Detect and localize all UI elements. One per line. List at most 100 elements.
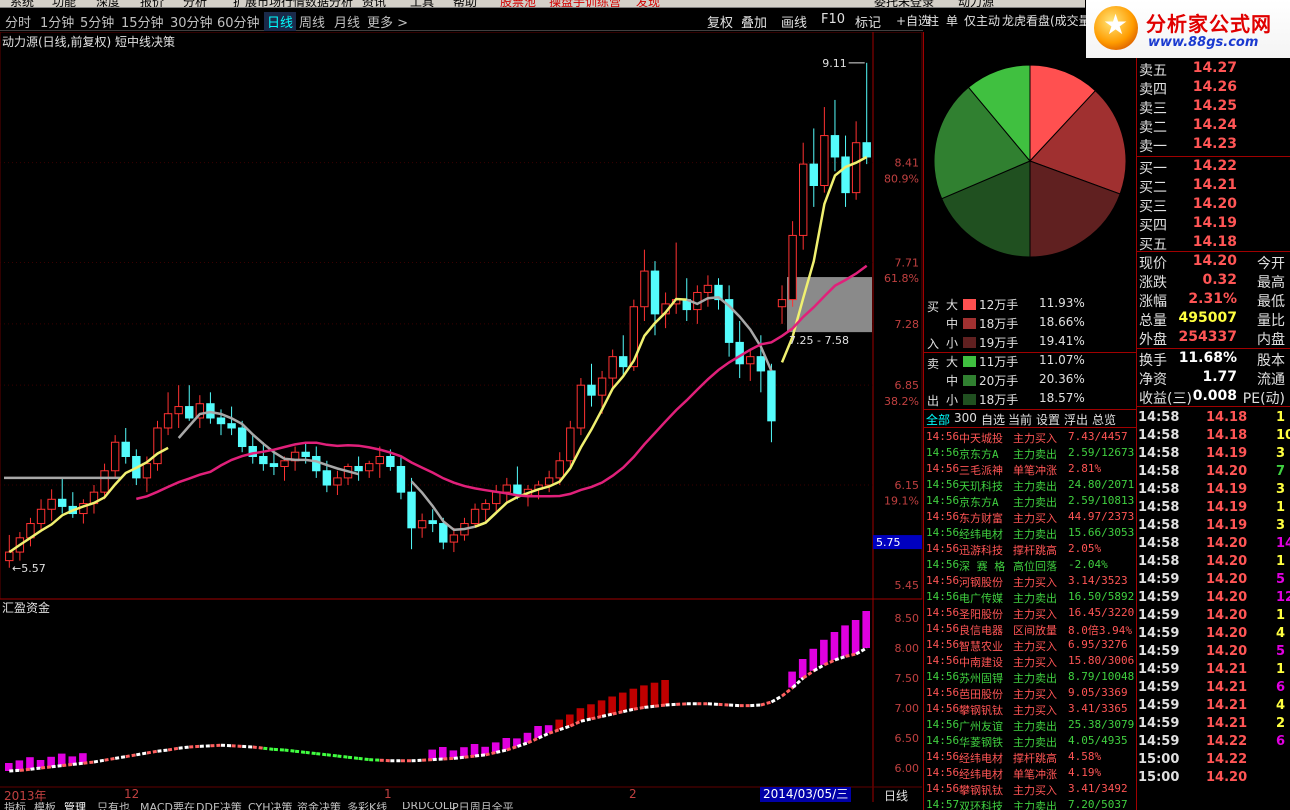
price-axis-label: 19.1% [884, 495, 919, 508]
menu-item[interactable]: 操盘手训练营 [549, 0, 621, 7]
alert-row[interactable]: 14:56 河钢股份 主力买入 3.14/3523 [926, 574, 1136, 590]
alert-row[interactable]: 14:56 攀钢钒钛 主力买入 3.41/3492 [926, 782, 1136, 798]
period-tab[interactable]: 5分钟 [80, 12, 114, 31]
alert-row[interactable]: 14:56 京东方A 主力卖出 2.59/10813 [926, 494, 1136, 510]
period-tab[interactable]: 30分钟 [170, 12, 213, 31]
news-tab[interactable]: 设置 [1036, 411, 1060, 428]
flow-row: 中 18万手 18.66% [926, 315, 1136, 334]
news-tab[interactable]: 300 [954, 411, 977, 425]
alert-time: 14:56 [926, 766, 960, 779]
toolbar-button[interactable]: 龙虎看盘(成交量 [1002, 12, 1091, 29]
menu-item[interactable]: 资讯 [362, 0, 386, 7]
menu-item[interactable]: 动力源 [958, 0, 994, 7]
indicator-tab[interactable]: DDE决策 [196, 802, 242, 810]
candle [693, 291, 702, 311]
alert-row[interactable]: 14:56 圣阳股份 主力买入 16.45/3220 [926, 606, 1136, 622]
news-tab[interactable]: 当前 [1008, 411, 1032, 428]
alert-row[interactable]: 14:56 深 赛 格高位回落 -2.04% [926, 558, 1136, 574]
indicator-tab[interactable]: 只有也 [97, 802, 130, 810]
menu-item[interactable]: 数据分析 [305, 0, 353, 7]
menu-item[interactable]: 报价 [140, 0, 164, 7]
period-tab[interactable]: 更多 > [367, 12, 408, 31]
order-book-row: 外盘 254337 内盘 [1139, 329, 1289, 348]
indicator-line [72, 761, 84, 766]
period-tab[interactable]: 15分钟 [121, 12, 164, 31]
order-book-row: 卖二 14.24 [1139, 117, 1289, 136]
alert-row[interactable]: 14:56 攀钢钒钛 主力买入 3.41/3365 [926, 702, 1136, 718]
alert-row[interactable]: 14:56 中南建设 主力买入 15.80/3006 [926, 654, 1136, 670]
indicator-tab[interactable]: CYH决策 [248, 802, 292, 810]
indicator-tab[interactable]: 多彩K线 [347, 802, 387, 810]
menu-item[interactable]: 工具 [410, 0, 434, 7]
period-tab[interactable]: 1分钟 [40, 12, 74, 31]
news-tab[interactable]: 浮出 [1064, 411, 1088, 428]
zone-label: 7.25 - 7.58 [789, 334, 849, 347]
menu-item[interactable]: 系统 [10, 0, 34, 7]
alert-value: 2.59/12673 [1068, 446, 1135, 459]
news-tab[interactable]: 自选 [981, 411, 1005, 428]
alert-type: 主力买入 [1013, 784, 1057, 797]
period-tab[interactable]: 周线 [299, 12, 325, 31]
alert-row[interactable]: 14:56 经纬电材 单笔冲涨 4.19% [926, 766, 1136, 782]
tick-time: 14:58 [1138, 518, 1180, 533]
flow-side-label: 卖 [927, 357, 940, 371]
candle [851, 142, 861, 194]
alert-row[interactable]: 14:56 东方财富 主力买入 44.97/2373 [926, 510, 1136, 526]
indicator-line [104, 756, 116, 762]
period-tab[interactable]: 月线 [334, 12, 360, 31]
menu-item[interactable]: 帮助 [453, 0, 477, 7]
alert-row[interactable]: 14:56 苏州固锝 主力卖出 8.79/10048 [926, 670, 1136, 686]
toolbar-button[interactable]: 标记 [855, 12, 881, 31]
alert-row[interactable]: 14:56 迅游科技 撑杆跳高 2.05% [926, 542, 1136, 558]
flow-size: 大 [946, 355, 959, 369]
toolbar-button[interactable]: 仅主动 [964, 12, 1000, 29]
candle [153, 427, 162, 465]
alert-row[interactable]: 14:56 芭田股份 主力买入 9.05/3369 [926, 686, 1136, 702]
price-axis-label: 6.15 [895, 479, 920, 492]
toolbar-button[interactable]: 柱 [927, 12, 939, 29]
indicator-tab[interactable]: MACD要在 [140, 802, 195, 810]
alert-row[interactable]: 14:56 天玑科技 主力卖出 24.80/2071 [926, 478, 1136, 494]
alert-row[interactable]: 14:56 电广传媒 主力卖出 16.50/5892 [926, 590, 1136, 606]
menu-item[interactable]: 委托未登录 [874, 0, 934, 7]
menu-item[interactable]: 股票池 [500, 0, 536, 7]
period-tab[interactable]: 分时 [5, 12, 31, 31]
alert-time: 14:56 [926, 446, 960, 459]
alert-row[interactable]: 14:57 双环科技 主力卖出 7.20/5037 [926, 798, 1136, 810]
menu-item[interactable]: 扩展市场行情 [233, 0, 305, 7]
menu-item[interactable]: 功能 [52, 0, 76, 7]
alert-row[interactable]: 14:56 广州友谊 主力卖出 25.38/3079 [926, 718, 1136, 734]
toolbar-button[interactable]: 单 [946, 12, 958, 29]
news-tab[interactable]: 总览 [1092, 411, 1116, 428]
alert-row[interactable]: 14:56 京东方A 主力卖出 2.59/12673 [926, 446, 1136, 462]
alert-row[interactable]: 14:56 智慧农业 主力买入 6.95/3276 [926, 638, 1136, 654]
toolbar-button[interactable]: +自选 [896, 12, 930, 29]
alert-row[interactable]: 14:56 经纬电材 撑杆跳高 4.58% [926, 750, 1136, 766]
toolbar-button[interactable]: 叠加 [741, 12, 767, 31]
indicator-tab[interactable]: DRDCOLL [402, 802, 455, 810]
toolbar-button[interactable]: 复权 [707, 12, 733, 31]
alert-time: 14:56 [926, 590, 960, 603]
indicator-bar [597, 700, 606, 717]
toolbar-button[interactable]: F10 [821, 12, 845, 27]
indicator-tab[interactable]: P日周月全平 [452, 802, 514, 810]
menu-item[interactable]: 深度 [96, 0, 120, 7]
menu-item[interactable]: 分析 [183, 0, 207, 7]
indicator-tab[interactable]: 管理 [64, 802, 86, 810]
menu-bar: 系统 功能 深度 报价 分析 扩展市场行情 数据分析 资讯 工具 帮助 股票池 操盘手训练营 发现 委托未… [0, 0, 1085, 8]
toolbar-button[interactable]: 画线 [781, 12, 807, 31]
period-tab[interactable]: 日线 [264, 12, 297, 31]
menu-item[interactable]: 发现 [636, 0, 660, 7]
alert-type: 主力买入 [1013, 656, 1057, 669]
kline-chart[interactable]: 8.41 80.9% 7.71 61.8% 7.28 6.85 38.2% 6.15 19.1%… [0, 32, 923, 802]
news-tab[interactable]: 全部 [926, 411, 950, 428]
alert-row[interactable]: 14:56 华菱钢铁 主力卖出 4.05/4935 [926, 734, 1136, 750]
candle [481, 503, 490, 510]
alert-row[interactable]: 14:56 经纬电材 主力卖出 15.66/3053 [926, 526, 1136, 542]
indicator-tab[interactable]: 资金决策 [297, 802, 341, 810]
alert-row[interactable]: 14:56 良信电器 区间放量 8.0倍3.94% [926, 622, 1136, 638]
alert-time: 14:56 [926, 478, 960, 491]
period-tab[interactable]: 60分钟 [217, 12, 260, 31]
alert-row[interactable]: 14:56 中天城投 主力买入 7.43/4457 [926, 430, 1136, 446]
alert-row[interactable]: 14:56 三毛派神 单笔冲涨 2.81% [926, 462, 1136, 478]
